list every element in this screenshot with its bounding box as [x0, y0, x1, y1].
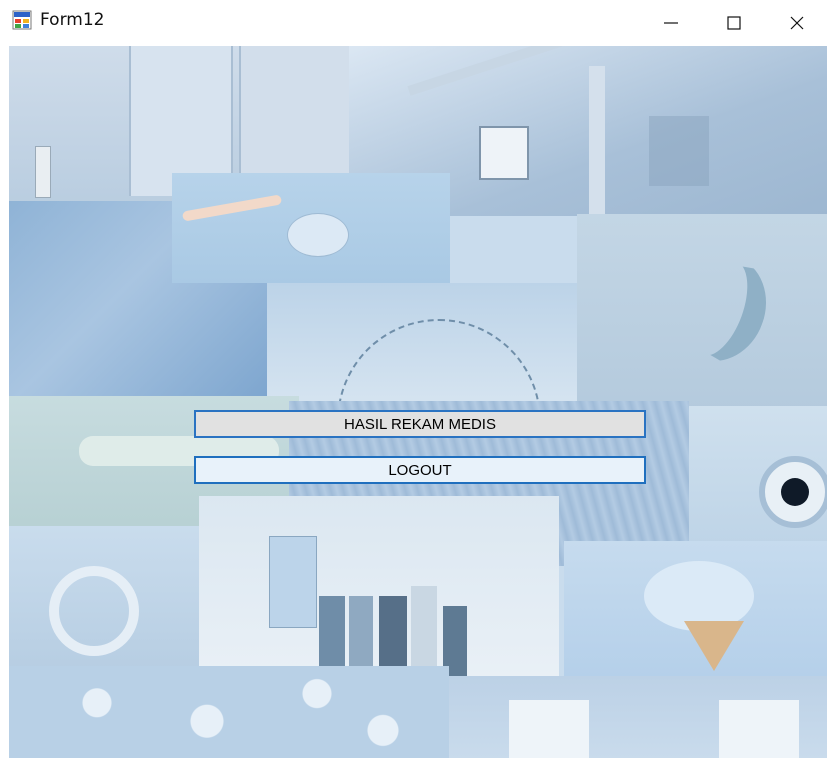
collage-moon-image	[577, 214, 827, 414]
form-client-area: HASIL REKAM MEDIS LOGOUT	[9, 46, 827, 758]
title-bar[interactable]: Form12	[0, 0, 827, 46]
maximize-button[interactable]	[703, 0, 765, 46]
collage-pebbles-image	[9, 666, 449, 758]
close-button[interactable]	[766, 0, 827, 46]
collage-teapot-image	[172, 173, 450, 283]
minimize-button[interactable]	[640, 0, 702, 46]
minimize-icon	[664, 22, 678, 24]
collage-ferris-wheel-image	[267, 283, 577, 413]
app-window: Form12 HASIL REKAM MEDIS LOGOUT	[0, 0, 827, 758]
collage-camera-image	[689, 406, 827, 546]
logout-button[interactable]: LOGOUT	[194, 456, 646, 484]
window-title: Form12	[40, 10, 105, 30]
medical-records-button[interactable]: HASIL REKAM MEDIS	[194, 410, 646, 438]
collage-ice-cream-image	[564, 541, 827, 676]
close-icon	[790, 16, 804, 30]
collage-books-image	[199, 496, 559, 676]
maximize-icon	[727, 16, 741, 30]
collage-building-image	[449, 676, 827, 758]
app-icon	[12, 10, 32, 30]
